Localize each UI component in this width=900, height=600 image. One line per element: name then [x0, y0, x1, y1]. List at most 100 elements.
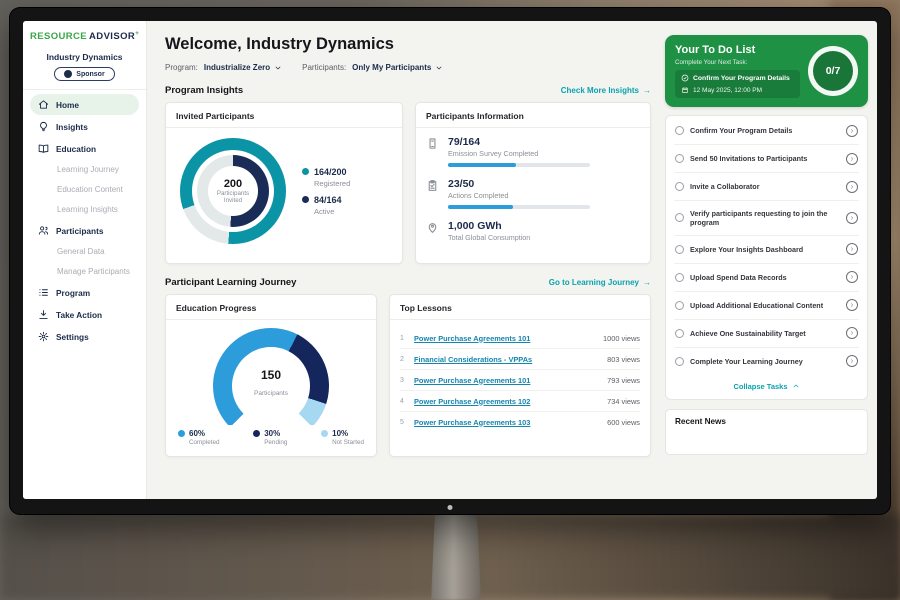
program-filter-label: Program:	[165, 63, 198, 72]
sidebar: RESOURCEADVISOR+ Industry Dynamics Spons…	[23, 21, 147, 499]
lesson-row: 4 Power Purchase Agreements 102 734 view…	[400, 391, 640, 412]
lesson-link[interactable]: Power Purchase Agreements 102	[414, 397, 600, 406]
chevron-right-icon[interactable]	[846, 153, 858, 165]
chevron-right-icon[interactable]	[846, 212, 858, 224]
task-checkbox[interactable]	[675, 126, 684, 135]
todo-panel: Your To Do List Complete Your Next Task:…	[663, 21, 877, 499]
task-item[interactable]: Upload Additional Educational Content	[674, 292, 859, 320]
sidebar-item-general-data[interactable]: General Data	[30, 242, 139, 261]
logo-advisor: ADVISOR	[89, 31, 135, 42]
chevron-down-icon	[274, 64, 282, 72]
not-started-dot	[321, 430, 328, 437]
donut-legend: 164/200 Registered 84/164 Active	[302, 160, 350, 223]
todo-progress-ring: 0/7	[808, 46, 858, 96]
stat-global-consumption: 1,000 GWh Total Global Consumption	[426, 220, 640, 242]
sponsor-badge: Sponsor	[54, 67, 114, 81]
sidebar-item-education-content[interactable]: Education Content	[30, 180, 139, 199]
lesson-link[interactable]: Financial Considerations - VPPAs	[414, 355, 600, 364]
sidebar-item-learning-insights[interactable]: Learning Insights	[30, 200, 139, 219]
task-checkbox[interactable]	[675, 273, 684, 282]
chevron-right-icon[interactable]	[846, 355, 858, 367]
chevron-right-icon[interactable]	[846, 125, 858, 137]
task-checkbox[interactable]	[675, 182, 684, 191]
chevron-right-icon[interactable]	[846, 243, 858, 255]
program-select[interactable]: Industrialize Zero	[204, 63, 282, 72]
participants-information-card: Participants Information 79/164 Emission…	[415, 102, 651, 264]
sidebar-item-education[interactable]: Education	[30, 138, 139, 159]
sidebar-item-learning-journey[interactable]: Learning Journey	[30, 160, 139, 179]
task-item[interactable]: Confirm Your Program Details	[674, 117, 859, 145]
sidebar-item-label: Education	[56, 144, 96, 154]
clipboard-icon	[426, 179, 439, 192]
sidebar-divider	[23, 89, 146, 90]
invited-donut-chart: 200 Participants Invited	[180, 138, 286, 244]
sidebar-item-program[interactable]: Program	[30, 282, 139, 303]
sidebar-item-home[interactable]: Home	[30, 94, 139, 115]
sidebar-item-label: Take Action	[56, 310, 102, 320]
check-circle-icon	[681, 74, 689, 82]
lesson-link[interactable]: Power Purchase Agreements 101	[414, 376, 600, 385]
lesson-link[interactable]: Power Purchase Agreements 101	[414, 334, 596, 343]
lesson-row: 3 Power Purchase Agreements 101 793 view…	[400, 370, 640, 391]
task-item[interactable]: Upload Spend Data Records	[674, 264, 859, 292]
chevron-right-icon[interactable]	[846, 181, 858, 193]
participants-select[interactable]: Only My Participants	[352, 63, 443, 72]
task-item[interactable]: Invite a Collaborator	[674, 173, 859, 201]
task-checkbox[interactable]	[675, 245, 684, 254]
sidebar-item-label: Program	[56, 288, 90, 298]
task-item[interactable]: Achieve One Sustainability Target	[674, 320, 859, 348]
next-task[interactable]: Confirm Your Program Details	[681, 74, 794, 82]
sidebar-item-manage-participants[interactable]: Manage Participants	[30, 262, 139, 281]
task-checkbox[interactable]	[675, 301, 684, 310]
sidebar-item-settings[interactable]: Settings	[30, 326, 139, 347]
recent-news-title: Recent News	[675, 417, 858, 426]
invited-participants-card: Invited Participants 200 Participants In…	[165, 102, 403, 264]
education-progress-card: Education Progress 150 Participants 60%	[165, 294, 377, 457]
due-date: 12 May 2025, 12:00 PM	[681, 86, 794, 94]
monitor-stand	[431, 512, 481, 600]
dashboard-screen: RESOURCEADVISOR+ Industry Dynamics Spons…	[23, 21, 877, 499]
task-checkbox[interactable]	[675, 154, 684, 163]
sidebar-nav: Home Insights Education Learning Journey…	[30, 94, 139, 347]
power-led	[448, 505, 453, 510]
task-item[interactable]: Complete Your Learning Journey	[674, 348, 859, 375]
task-checkbox[interactable]	[675, 357, 684, 366]
gear-icon	[38, 331, 49, 342]
chevron-right-icon[interactable]	[846, 327, 858, 339]
todo-tasks-card: Confirm Your Program Details Send 50 Inv…	[665, 115, 868, 400]
todo-subtitle: Complete Your Next Task:	[675, 59, 800, 66]
stat-emission-survey: 79/164 Emission Survey Completed	[426, 136, 640, 167]
gauge-center-label: Participants	[254, 390, 288, 397]
task-item[interactable]: Explore Your Insights Dashboard	[674, 236, 859, 264]
sidebar-item-participants[interactable]: Participants	[30, 220, 139, 241]
section-title-program-insights: Program Insights	[165, 85, 243, 96]
sidebar-item-label: Manage Participants	[57, 267, 130, 276]
registered-dot	[302, 168, 309, 175]
logo-resource: RESOURCE	[30, 31, 87, 42]
monitor-bezel: RESOURCEADVISOR+ Industry Dynamics Spons…	[10, 8, 890, 514]
go-to-learning-journey-link[interactable]: Go to Learning Journey →	[549, 278, 651, 287]
org-name: Industry Dynamics	[30, 52, 139, 62]
map-pin-icon	[426, 221, 439, 234]
participants-filter-label: Participants:	[302, 63, 346, 72]
sidebar-item-take-action[interactable]: Take Action	[30, 304, 139, 325]
task-item[interactable]: Send 50 Invitations to Participants	[674, 145, 859, 173]
chevron-right-icon[interactable]	[846, 299, 858, 311]
task-checkbox[interactable]	[675, 213, 684, 222]
filter-bar: Program: Industrialize Zero Participants…	[165, 63, 651, 72]
task-item[interactable]: Verify participants requesting to join t…	[674, 201, 859, 236]
card-title: Participants Information	[426, 111, 640, 121]
book-icon	[38, 143, 49, 154]
active-dot	[302, 196, 309, 203]
lesson-row: 5 Power Purchase Agreements 103 600 view…	[400, 412, 640, 432]
collapse-tasks-link[interactable]: Collapse Tasks	[674, 375, 859, 398]
sponsor-label: Sponsor	[76, 71, 104, 78]
lesson-row: 2 Financial Considerations - VPPAs 803 v…	[400, 349, 640, 370]
sidebar-item-insights[interactable]: Insights	[30, 116, 139, 137]
chevron-right-icon[interactable]	[846, 271, 858, 283]
lesson-link[interactable]: Power Purchase Agreements 103	[414, 418, 600, 427]
recent-news-card: Recent News	[665, 409, 868, 455]
survey-icon	[426, 137, 439, 150]
check-more-insights-link[interactable]: Check More Insights →	[561, 86, 651, 95]
task-checkbox[interactable]	[675, 329, 684, 338]
